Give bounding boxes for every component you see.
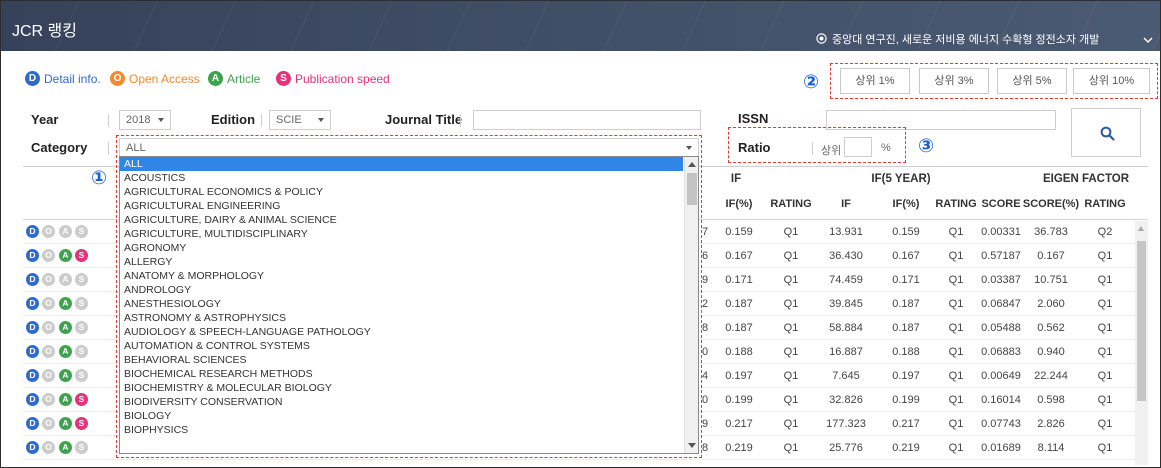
jcr-ranking-page: JCR 랭킹 중앙대 연구진, 새로운 저비용 에너지 수확형 정전소자 개발 …: [0, 0, 1161, 468]
publication-speed-badge-icon: S: [75, 369, 88, 382]
publication-speed-badge-icon: S: [75, 297, 88, 310]
publication-speed-badge-icon: S: [75, 417, 88, 430]
publication-speed-badge-icon: S: [75, 393, 88, 406]
legend-article: Article: [227, 72, 261, 86]
article-badge-icon: A: [59, 225, 72, 238]
table-cell-eigen-rating: Q2: [1097, 226, 1113, 238]
publication-speed-badge-icon: S: [75, 345, 88, 358]
detail-info-badge-icon[interactable]: D: [26, 417, 39, 430]
detail-info-badge-icon[interactable]: D: [26, 441, 39, 454]
top-1-percent-button[interactable]: 상위 1%: [840, 68, 910, 94]
open-access-badge-icon: O: [42, 249, 55, 262]
publication-speed-badge-icon: S: [75, 273, 88, 286]
edition-label: Edition: [211, 112, 256, 127]
legend-open-access: Open Access: [129, 72, 200, 86]
open-access-badge-icon: O: [42, 393, 55, 406]
highlight-box-category: [116, 135, 702, 458]
table-cell-eigen-rating: Q1: [1097, 274, 1113, 286]
annotation-marker-2: ②: [803, 71, 820, 93]
caret-down-icon: [158, 118, 164, 122]
journal-title-label: Journal Title: [385, 112, 463, 127]
year-label: Year: [31, 112, 59, 127]
highlight-box-ratio: [728, 127, 906, 163]
group-header-if5: IF(5 YEAR): [871, 173, 931, 185]
column-header-eigen-rating[interactable]: RATING: [1070, 198, 1140, 210]
detail-info-badge-icon[interactable]: D: [26, 369, 39, 382]
top-5-percent-button[interactable]: 상위 5%: [997, 68, 1067, 94]
table-cell-eigen-rating: Q1: [1097, 298, 1113, 310]
table-cell-eigen-rating: Q1: [1097, 418, 1113, 430]
notice-icon: [816, 33, 827, 44]
detail-info-badge-icon[interactable]: D: [26, 249, 39, 262]
table-cell-eigen-rating: Q1: [1097, 370, 1113, 382]
article-badge-icon: A: [59, 441, 72, 454]
separator: [460, 114, 461, 127]
open-access-badge-icon: O: [42, 369, 55, 382]
edition-select-value: SCIE: [276, 114, 302, 126]
scrollbar-thumb[interactable]: [1137, 241, 1146, 401]
table-scrollbar[interactable]: [1135, 221, 1148, 465]
detail-info-badge-icon[interactable]: D: [26, 321, 39, 334]
open-access-badge-icon: O: [42, 417, 55, 430]
detail-info-badge-icon[interactable]: D: [26, 225, 39, 238]
article-badge-icon: A: [59, 393, 72, 406]
article-badge-icon: A: [59, 369, 72, 382]
journal-title-input[interactable]: [473, 110, 701, 130]
publication-speed-badge-icon: S: [75, 441, 88, 454]
table-cell-eigen-rating: Q1: [1097, 322, 1113, 334]
chevron-down-icon[interactable]: [1143, 37, 1153, 44]
category-label: Category: [31, 140, 88, 155]
top-3-percent-button[interactable]: 상위 3%: [919, 68, 989, 94]
article-badge-icon: A: [208, 71, 223, 86]
detail-info-badge-icon[interactable]: D: [26, 297, 39, 310]
article-badge-icon: A: [59, 417, 72, 430]
open-access-badge-icon: O: [42, 321, 55, 334]
edition-select[interactable]: SCIE: [269, 110, 331, 130]
annotation-marker-3: ③: [918, 135, 935, 157]
scroll-up-arrow-icon[interactable]: [1138, 226, 1144, 231]
open-access-badge-icon: O: [110, 71, 125, 86]
separator: [108, 114, 109, 127]
year-select[interactable]: 2018: [119, 110, 171, 130]
publication-speed-badge-icon: S: [75, 321, 88, 334]
open-access-badge-icon: O: [42, 345, 55, 358]
article-badge-icon: A: [59, 249, 72, 262]
open-access-badge-icon: O: [42, 225, 55, 238]
detail-info-badge-icon: D: [25, 71, 40, 86]
annotation-marker-1: ①: [91, 167, 108, 189]
article-badge-icon: A: [59, 297, 72, 310]
year-select-value: 2018: [126, 114, 151, 126]
legend-detail-info: Detail info.: [44, 72, 101, 86]
open-access-badge-icon: O: [42, 297, 55, 310]
search-icon: [1100, 126, 1115, 141]
group-header-eigen: EIGEN FACTOR: [1042, 173, 1130, 185]
news-ticker-link[interactable]: 중앙대 연구진, 새로운 저비용 에너지 수확형 정전소자 개발: [832, 31, 1099, 47]
search-button[interactable]: [1071, 108, 1141, 157]
separator: [108, 142, 109, 155]
page-title: JCR 랭킹: [12, 23, 77, 40]
issn-label: ISSN: [738, 111, 769, 126]
publication-speed-badge-icon: S: [276, 71, 291, 86]
detail-info-badge-icon[interactable]: D: [26, 345, 39, 358]
detail-info-badge-icon[interactable]: D: [26, 273, 39, 286]
top-10-percent-button[interactable]: 상위 10%: [1073, 68, 1150, 94]
separator: [261, 114, 262, 127]
publication-speed-badge-icon: S: [75, 249, 88, 262]
open-access-badge-icon: O: [42, 273, 55, 286]
table-cell-eigen-rating: Q1: [1097, 250, 1113, 262]
group-header-if: IF: [730, 173, 742, 185]
table-cell-eigen-rating: Q1: [1097, 442, 1113, 454]
table-cell-eigen-rating: Q1: [1097, 346, 1113, 358]
detail-info-badge-icon[interactable]: D: [26, 393, 39, 406]
open-access-badge-icon: O: [42, 441, 55, 454]
article-badge-icon: A: [59, 345, 72, 358]
caret-down-icon: [318, 118, 324, 122]
header-bar: JCR 랭킹 중앙대 연구진, 새로운 저비용 에너지 수확형 정전소자 개발: [1, 1, 1160, 51]
legend-publication-speed: Publication speed: [295, 72, 390, 86]
article-badge-icon: A: [59, 273, 72, 286]
publication-speed-badge-icon: S: [75, 225, 88, 238]
table-cell-eigen-rating: Q1: [1097, 394, 1113, 406]
article-badge-icon: A: [59, 321, 72, 334]
